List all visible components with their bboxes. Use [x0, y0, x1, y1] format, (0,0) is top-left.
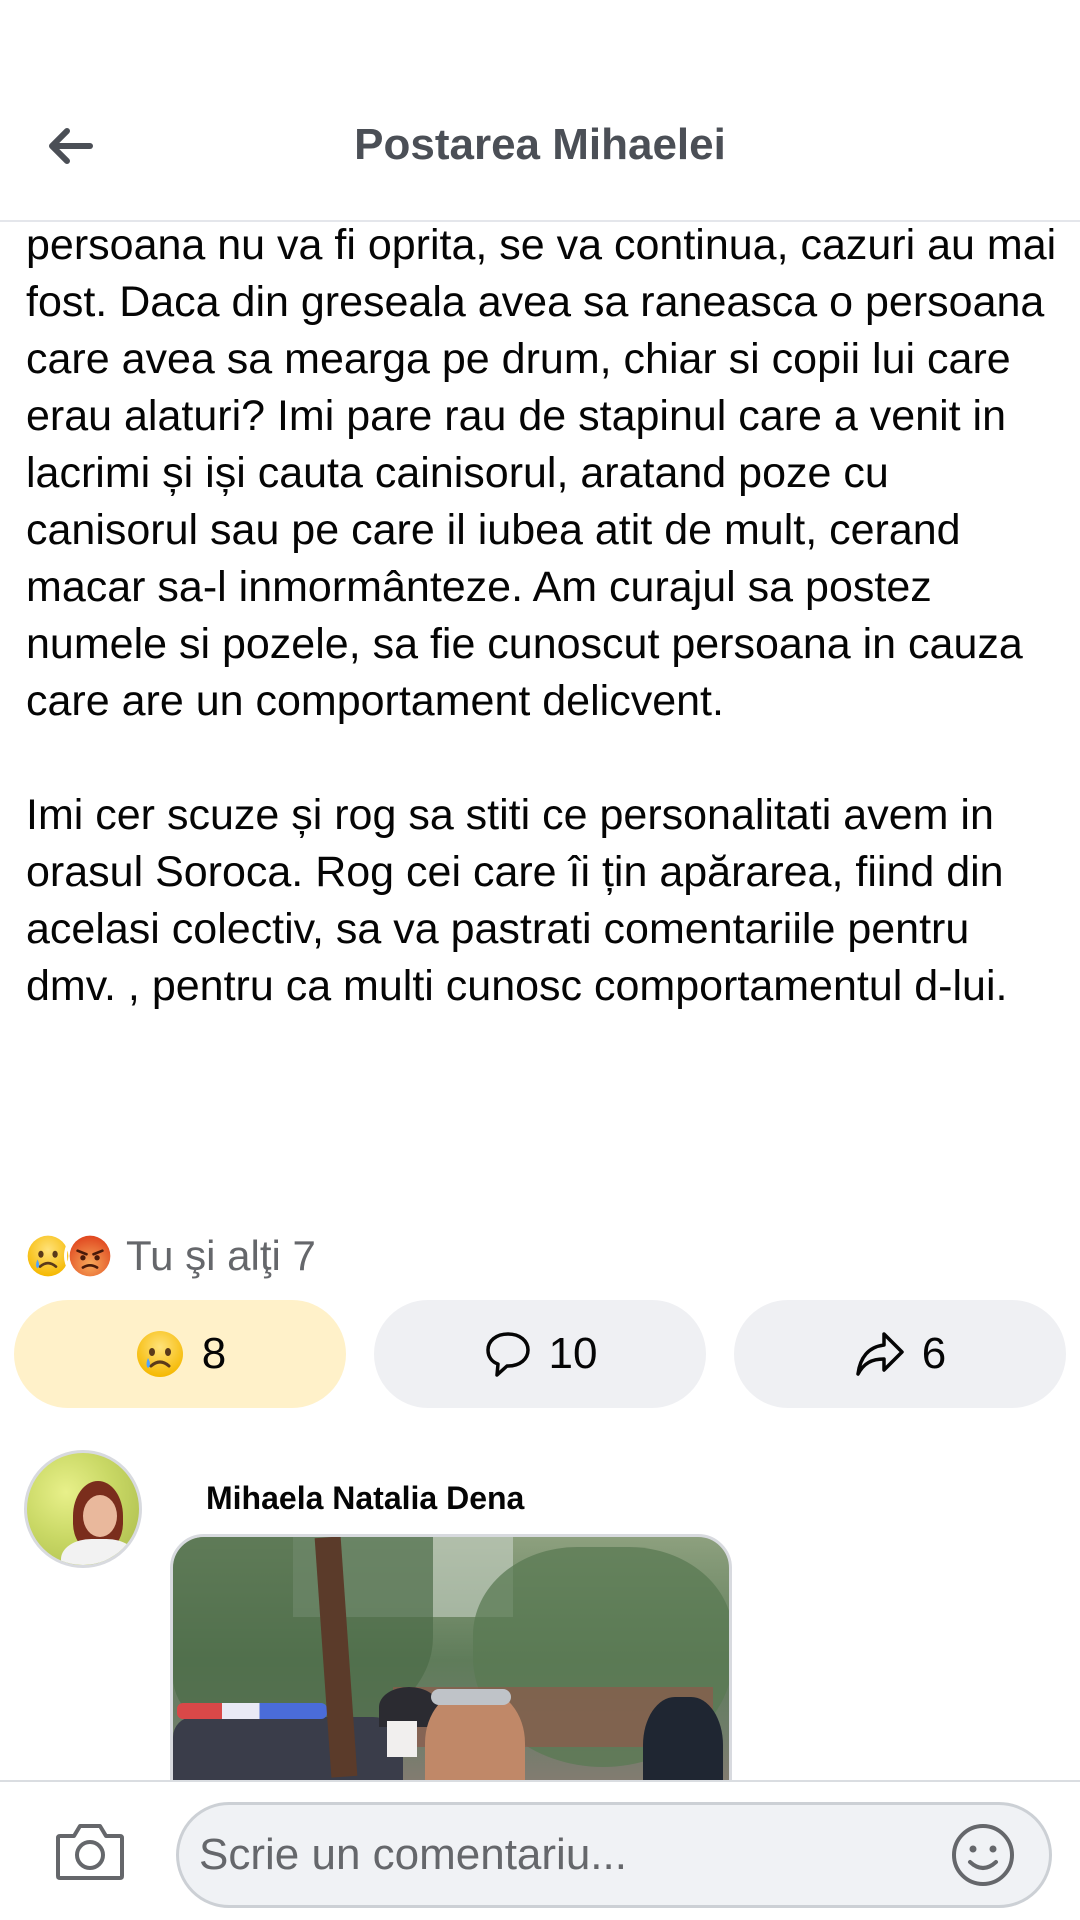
post-page: Postarea Mihaelei pentru, ... multi la n… [0, 0, 1080, 1920]
post-paragraph: Imi cer scuze și rog sa stiti ce persona… [26, 791, 1008, 1010]
comment-author[interactable]: Mihaela Natalia Dena [206, 1480, 524, 1517]
post-actions: 8 10 6 [14, 1300, 1066, 1408]
speech-bubble-icon [485, 1332, 530, 1377]
react-count: 8 [201, 1329, 227, 1378]
comment-item: Mihaela Natalia Dena [0, 1450, 1080, 1894]
camera-icon [56, 1824, 124, 1880]
post-body: pentru, ... multi la numar, se plimba zi… [0, 222, 1080, 1222]
avatar[interactable] [24, 1450, 142, 1568]
comment-button[interactable]: 10 [374, 1300, 706, 1408]
post-paragraph: pentru, ... multi la numar, se plimba zi… [26, 222, 1057, 725]
camera-button[interactable] [54, 1820, 126, 1882]
reactions-summary[interactable]: Tu şi alţi 7 [22, 1228, 316, 1284]
smiley-icon [952, 1824, 1014, 1886]
share-count: 6 [921, 1329, 947, 1378]
share-button[interactable]: 6 [734, 1300, 1066, 1408]
comment-composer [0, 1780, 1080, 1920]
comment-input[interactable] [176, 1802, 1052, 1908]
emoji-button[interactable] [950, 1822, 1016, 1888]
page-title: Postarea Mihaelei [354, 120, 726, 169]
react-button[interactable]: 8 [14, 1300, 346, 1408]
top-app-bar: Postarea Mihaelei [0, 0, 1080, 222]
sad-face-icon [136, 1331, 183, 1377]
post-text: pentru, ... multi la numar, se plimba zi… [26, 222, 1066, 1015]
reactions-summary-text: Tu şi alţi 7 [126, 1232, 316, 1279]
angry-face-icon [64, 1230, 116, 1282]
share-arrow-icon [856, 1332, 904, 1376]
comment-count: 10 [548, 1329, 598, 1378]
